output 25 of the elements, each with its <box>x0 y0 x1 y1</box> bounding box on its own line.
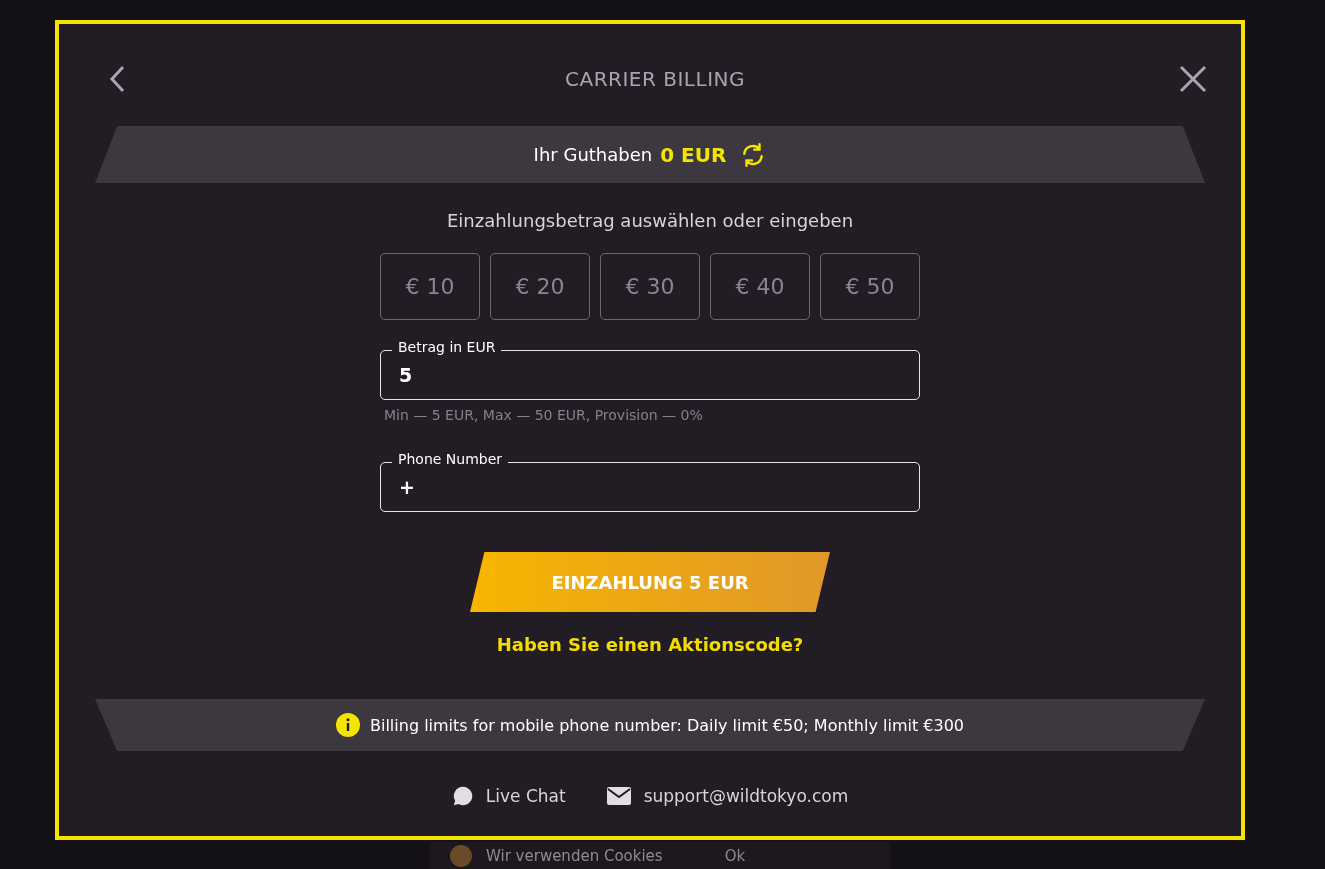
billing-limits-text: Billing limits for mobile phone number: Daily limit €50; Monthly limit €300 <box>370 715 964 735</box>
promo-code-link[interactable]: Haben Sie einen Aktionscode? <box>496 634 804 655</box>
amount-option[interactable]: € 20 <box>490 253 590 320</box>
close-icon <box>1179 65 1207 93</box>
amount-limits-hint: Min — 5 EUR, Max — 50 EUR, Provision — 0% <box>383 407 704 423</box>
amount-option[interactable]: € 40 <box>710 253 810 320</box>
info-icon <box>336 713 360 737</box>
close-button[interactable] <box>1179 65 1207 93</box>
amount-prompt: Einzahlungsbetrag auswählen oder eingeben <box>446 210 854 231</box>
balance-amount: 0 EUR <box>660 142 727 167</box>
amount-option[interactable]: € 30 <box>600 253 700 320</box>
field-label: Phone Number <box>392 451 509 467</box>
support-email-link[interactable]: support@wildtokyo.com <box>605 785 849 807</box>
chevron-left-icon <box>108 65 126 93</box>
cookie-ok-button[interactable]: Ok <box>716 846 754 865</box>
cookie-text: Wir verwenden Cookies <box>486 846 663 865</box>
dialog-title: CARRIER BILLING <box>565 67 745 91</box>
cookie-icon <box>450 844 472 867</box>
chat-bubble-icon <box>451 785 474 807</box>
amount-option[interactable]: € 50 <box>820 253 920 320</box>
balance-label: Ihr Guthaben <box>533 144 653 165</box>
envelope-icon <box>605 786 632 806</box>
live-chat-link[interactable]: Live Chat <box>451 785 566 807</box>
field-label: Betrag in EUR <box>392 339 502 355</box>
amount-option[interactable]: € 10 <box>380 253 480 320</box>
